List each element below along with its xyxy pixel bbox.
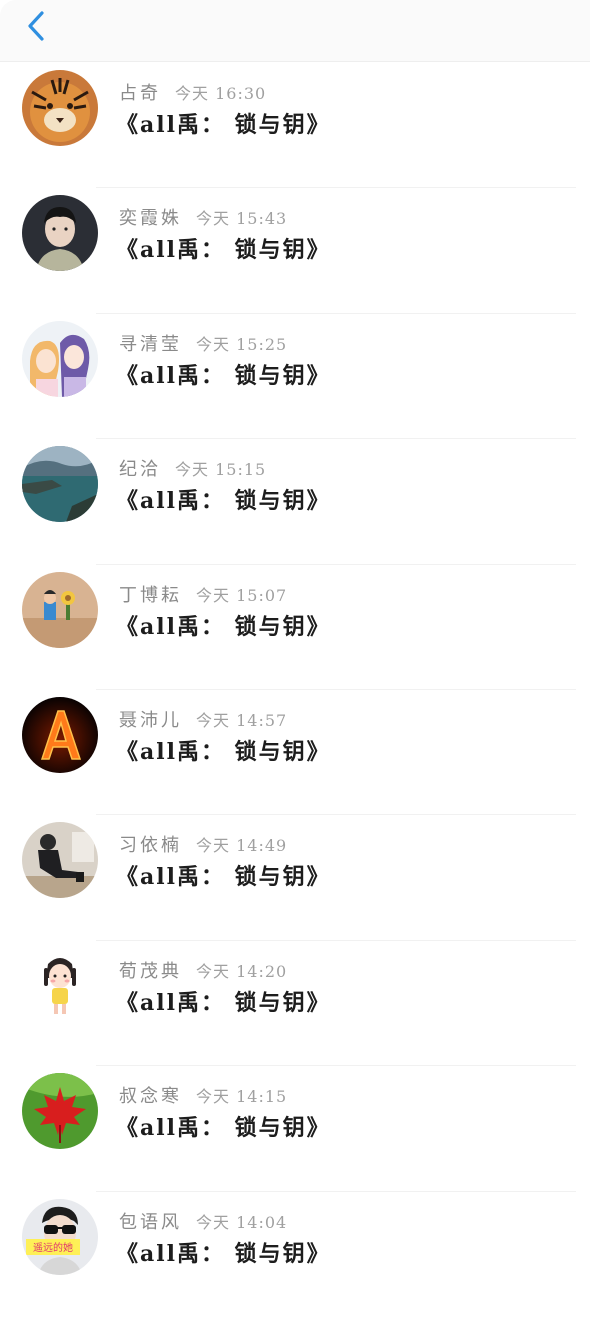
- avatar[interactable]: [22, 696, 98, 773]
- avatar[interactable]: [22, 571, 98, 648]
- user-name[interactable]: 奕霞姝: [119, 208, 182, 229]
- timestamp: 今天 14:20: [196, 961, 288, 981]
- list-item[interactable]: 寻清莹 今天 15:25 《all禹： 锁与钥》: [0, 314, 590, 440]
- anime-couple-avatar-image: [22, 320, 98, 397]
- timestamp: 今天 14:04: [196, 1212, 288, 1232]
- avatar[interactable]: [22, 1073, 98, 1150]
- list-item[interactable]: 遥远的她 包语风 今天 14:04 《all禹： 锁与钥》: [0, 1192, 590, 1317]
- back-button[interactable]: [16, 8, 56, 48]
- avatar[interactable]: 遥远的她: [22, 1198, 98, 1275]
- comment-text: 《all禹： 锁与钥》: [116, 112, 331, 138]
- comment-list: 占奇 今天 16:30 《all禹： 锁与钥》 奕霞姝 今天 15:43 《all禹…: [0, 63, 590, 1317]
- avatar-caption: 遥远的她: [33, 1241, 73, 1254]
- comment-meta: 占奇 今天 16:30: [119, 79, 267, 104]
- avatar[interactable]: [22, 446, 98, 523]
- comment-text: 《all禹： 锁与钥》: [116, 488, 331, 515]
- comment-meta: 丁博耘 今天 15:07: [119, 581, 288, 606]
- person-sitting-avatar-image: [22, 822, 98, 899]
- timestamp: 今天 14:57: [196, 710, 288, 730]
- avatar[interactable]: [22, 195, 98, 272]
- user-name[interactable]: 叔念寒: [119, 1086, 182, 1107]
- comment-text: 《all禹： 锁与钥》: [116, 237, 331, 264]
- user-name[interactable]: 荀茂典: [119, 961, 182, 982]
- cartoon-girl-avatar-image: [22, 947, 98, 1024]
- avatar[interactable]: [22, 70, 98, 146]
- user-name[interactable]: 占奇: [119, 83, 161, 104]
- tiger-avatar-image: [22, 70, 98, 146]
- comment-meta: 叔念寒 今天 14:15: [119, 1082, 288, 1107]
- comment-meta: 纪洽 今天 15:15: [119, 455, 267, 480]
- list-item[interactable]: 聂沛儿 今天 14:57 《all禹： 锁与钥》: [0, 690, 590, 816]
- comment-text: 《all禹： 锁与钥》: [116, 989, 331, 1016]
- list-item[interactable]: 丁博耘 今天 15:07 《all禹： 锁与钥》: [0, 565, 590, 691]
- comment-text: 《all禹： 锁与钥》: [116, 864, 331, 891]
- comment-meta: 荀茂典 今天 14:20: [119, 957, 288, 982]
- timestamp: 今天 15:43: [196, 209, 288, 229]
- fire-letter-avatar-image: [22, 696, 98, 773]
- seascape-avatar-image: [22, 446, 98, 523]
- sunglasses-boy-avatar-image: 遥远的她: [22, 1198, 98, 1275]
- timestamp: 今天 14:49: [196, 836, 288, 856]
- comment-meta: 习依楠 今天 14:49: [119, 831, 288, 856]
- list-item[interactable]: 习依楠 今天 14:49 《all禹： 锁与钥》: [0, 815, 590, 942]
- user-name[interactable]: 寻清莹: [119, 334, 182, 355]
- maple-leaf-avatar-image: [22, 1073, 98, 1150]
- user-name[interactable]: 丁博耘: [119, 585, 182, 606]
- user-name[interactable]: 纪洽: [119, 459, 161, 480]
- boy-portrait-avatar-image: [22, 195, 98, 272]
- comment-text: 《all禹： 锁与钥》: [116, 1240, 331, 1267]
- user-name[interactable]: 聂沛儿: [119, 710, 182, 731]
- list-item[interactable]: 纪洽 今天 15:15 《all禹： 锁与钥》: [0, 439, 590, 565]
- user-name[interactable]: 习依楠: [119, 835, 182, 856]
- comment-meta: 奕霞姝 今天 15:43: [119, 204, 288, 229]
- comment-text: 《all禹： 锁与钥》: [116, 1115, 331, 1142]
- comment-text: 《all禹： 锁与钥》: [116, 362, 331, 389]
- avatar[interactable]: [22, 822, 98, 899]
- comment-text: 《all禹： 锁与钥》: [116, 738, 331, 765]
- timestamp: 今天 15:07: [196, 585, 288, 605]
- avatar[interactable]: [22, 320, 98, 397]
- toy-figures-avatar-image: [22, 571, 98, 648]
- user-name[interactable]: 包语风: [119, 1212, 182, 1233]
- comment-meta: 寻清莹 今天 15:25: [119, 330, 288, 355]
- list-item[interactable]: 奕霞姝 今天 15:43 《all禹： 锁与钥》: [0, 188, 590, 315]
- comment-meta: 包语风 今天 14:04: [119, 1208, 288, 1233]
- list-item[interactable]: 荀茂典 今天 14:20 《all禹： 锁与钥》: [0, 941, 590, 1067]
- top-bar: [0, 0, 590, 62]
- list-item[interactable]: 占奇 今天 16:30 《all禹： 锁与钥》: [0, 63, 590, 189]
- chevron-left-icon: [28, 11, 44, 41]
- timestamp: 今天 16:30: [175, 84, 267, 103]
- comment-meta: 聂沛儿 今天 14:57: [119, 706, 288, 731]
- timestamp: 今天 15:15: [175, 460, 267, 480]
- list-item[interactable]: 叔念寒 今天 14:15 《all禹： 锁与钥》: [0, 1066, 590, 1192]
- avatar[interactable]: [22, 947, 98, 1024]
- comment-text: 《all禹： 锁与钥》: [116, 613, 331, 640]
- timestamp: 今天 14:15: [196, 1087, 288, 1107]
- timestamp: 今天 15:25: [196, 334, 288, 354]
